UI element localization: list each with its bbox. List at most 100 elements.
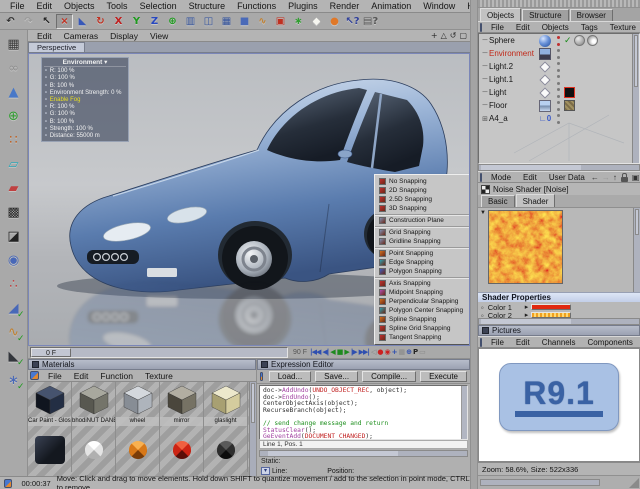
material-bhodinut-danel[interactable]: bhodiNUT DANEL bbox=[72, 382, 116, 428]
attribute-hscrollbar[interactable] bbox=[478, 318, 640, 325]
object-axis-mode-icon[interactable]: ⊕ bbox=[2, 104, 26, 128]
tab-objects[interactable]: Objects bbox=[480, 8, 521, 21]
tab-shader[interactable]: Shader bbox=[516, 194, 556, 207]
menu-item-view[interactable]: View bbox=[144, 31, 174, 41]
autokey-button[interactable]: ◉ bbox=[384, 348, 389, 356]
rotate-view-icon[interactable]: ↺ bbox=[450, 31, 457, 40]
code-hscrollbar[interactable] bbox=[259, 450, 468, 457]
enable-objects-icon[interactable]: ◢✓ bbox=[2, 296, 26, 320]
texture-axis-mode-icon[interactable]: ◪ bbox=[2, 224, 26, 248]
history-forward-icon[interactable]: → bbox=[602, 173, 610, 182]
noise-preview[interactable] bbox=[488, 210, 563, 284]
object-row-light-2[interactable]: ─Light.2 bbox=[479, 60, 639, 73]
edges-mode-icon[interactable]: ▱ bbox=[2, 152, 26, 176]
material-thumbnail[interactable] bbox=[204, 428, 248, 472]
goto-start-button[interactable]: |◀◀ bbox=[310, 348, 320, 356]
hud-property[interactable]: ∘Enable Fog bbox=[44, 97, 126, 104]
add-light-icon[interactable]: ◆ bbox=[308, 14, 325, 29]
visibility-dots[interactable] bbox=[555, 62, 561, 72]
menu-item-2d-snapping[interactable]: 2D Snapping bbox=[375, 186, 469, 195]
material-thumbnail[interactable] bbox=[116, 428, 160, 472]
picture-viewer[interactable]: R9.1 bbox=[478, 348, 640, 462]
timeline-track[interactable]: 0 F bbox=[30, 347, 288, 358]
object-rings-icon[interactable]: ∞ bbox=[2, 56, 26, 80]
visibility-dots[interactable] bbox=[555, 36, 561, 46]
maximize-view-icon[interactable]: ▢ bbox=[459, 31, 467, 40]
new-panel-icon[interactable]: ▣ bbox=[632, 173, 640, 182]
hud-title[interactable]: Environment ▾ bbox=[44, 59, 126, 67]
visibility-dots[interactable] bbox=[555, 75, 561, 85]
panel-icon[interactable] bbox=[260, 372, 263, 381]
menu-item-user-data[interactable]: User Data bbox=[543, 173, 591, 182]
coordinate-system-icon[interactable]: ⊕ bbox=[164, 14, 181, 29]
hud-property[interactable]: ∘B: 100 % bbox=[44, 83, 126, 90]
texture-selected-tag-icon[interactable] bbox=[564, 87, 575, 98]
next-key-button[interactable]: |▶ bbox=[351, 348, 357, 356]
tab-perspective[interactable]: Perspective bbox=[28, 42, 85, 52]
menu-item-cameras[interactable]: Cameras bbox=[58, 31, 104, 41]
timeline-handle[interactable]: 0 F bbox=[31, 348, 71, 357]
menu-item-functions[interactable]: Functions bbox=[231, 1, 282, 11]
menu-item-no-snapping[interactable]: No Snapping bbox=[375, 177, 469, 186]
prev-key-button[interactable]: ◀| bbox=[322, 348, 328, 356]
material-thumbnail[interactable] bbox=[28, 428, 72, 472]
panel-splitter[interactable] bbox=[470, 0, 478, 489]
menu-item-edit[interactable]: Edit bbox=[31, 31, 58, 41]
add-spline-icon[interactable]: ∿ bbox=[254, 14, 271, 29]
lock-z-axis-icon[interactable]: Z bbox=[146, 14, 163, 29]
record-button[interactable]: ● bbox=[377, 348, 382, 356]
menu-item-objects[interactable]: Objects bbox=[536, 23, 575, 32]
hud-property[interactable]: ∘G: 100 % bbox=[44, 111, 126, 118]
add-camera-icon[interactable]: ● bbox=[326, 14, 343, 29]
menu-item-perpendicular-snapping[interactable]: Perpendicular Snapping bbox=[375, 297, 469, 306]
live-selection-icon[interactable]: ↖ bbox=[38, 14, 55, 29]
hud-property[interactable]: ∘R: 100 % bbox=[44, 104, 126, 111]
goto-end-button[interactable]: ▶▶| bbox=[359, 348, 369, 356]
panel-drag-grip[interactable] bbox=[478, 0, 640, 8]
menu-item-mode[interactable]: Mode bbox=[485, 173, 517, 182]
layout-icon[interactable]: ▦ bbox=[2, 32, 26, 56]
menu-item-structure[interactable]: Structure bbox=[183, 1, 232, 11]
panel-icon[interactable] bbox=[480, 338, 482, 347]
points-tag-icon[interactable] bbox=[587, 35, 598, 46]
enable-splines-icon[interactable]: ∿✓ bbox=[2, 320, 26, 344]
materials-scrollbar[interactable] bbox=[249, 382, 256, 476]
hud-property[interactable]: ∘R: 100 % bbox=[44, 68, 126, 75]
polygons-mode-icon[interactable]: ▰ bbox=[2, 176, 26, 200]
tab-structure[interactable]: Structure bbox=[522, 9, 568, 21]
render-view-icon[interactable]: ▥ bbox=[182, 14, 199, 29]
enable-points-icon[interactable]: ∗✓ bbox=[2, 368, 26, 392]
play-button[interactable]: ▶ bbox=[344, 348, 348, 356]
texture-mode-icon[interactable]: ▩ bbox=[2, 200, 26, 224]
move-icon[interactable]: × bbox=[56, 14, 73, 29]
execute-button[interactable]: Execute bbox=[420, 371, 467, 382]
lock-icon[interactable] bbox=[620, 172, 629, 182]
panel-icon[interactable] bbox=[480, 23, 482, 32]
menu-item-texture[interactable]: Texture bbox=[139, 371, 179, 381]
snap-settings-icon[interactable]: ∴ bbox=[2, 272, 26, 296]
menu-item-function[interactable]: Function bbox=[94, 371, 139, 381]
viewport-canvas[interactable]: Environment ▾ ∘R: 100 %∘G: 100 %∘B: 100 … bbox=[28, 53, 470, 346]
menu-item-edit[interactable]: Edit bbox=[517, 173, 543, 182]
pan-view-icon[interactable]: + bbox=[431, 31, 438, 40]
visibility-dots[interactable] bbox=[555, 88, 561, 98]
play-backwards-button[interactable]: ◀ bbox=[330, 348, 334, 356]
hud-property[interactable]: ∘Strength: 100 % bbox=[44, 126, 126, 133]
undo-icon[interactable]: ↶ bbox=[2, 14, 19, 29]
object-row-environment[interactable]: ─Environment bbox=[479, 47, 639, 60]
record-position-button[interactable]: + bbox=[392, 348, 397, 356]
expand-arrow-icon[interactable]: ▸ bbox=[525, 311, 529, 318]
code-scrollbar[interactable] bbox=[461, 386, 467, 439]
resize-grip[interactable] bbox=[629, 478, 639, 488]
menu-item-file[interactable]: File bbox=[485, 338, 510, 347]
menu-item-3d-snapping[interactable]: 3D Snapping bbox=[375, 204, 469, 213]
menu-item-texture[interactable]: Texture bbox=[604, 23, 640, 32]
model-mode-icon[interactable]: ▲ bbox=[2, 80, 26, 104]
rotate-icon[interactable]: ↻ bbox=[92, 14, 109, 29]
menu-item-midpoint-snapping[interactable]: Midpoint Snapping bbox=[375, 288, 469, 297]
scale-icon[interactable]: ◣ bbox=[74, 14, 91, 29]
tab-browser[interactable]: Browser bbox=[570, 9, 613, 21]
menu-item-gridline-snapping[interactable]: Gridline Snapping bbox=[375, 237, 469, 246]
menu-item-spline-snapping[interactable]: Spline Snapping bbox=[375, 315, 469, 324]
material-thumbnail[interactable] bbox=[72, 428, 116, 472]
